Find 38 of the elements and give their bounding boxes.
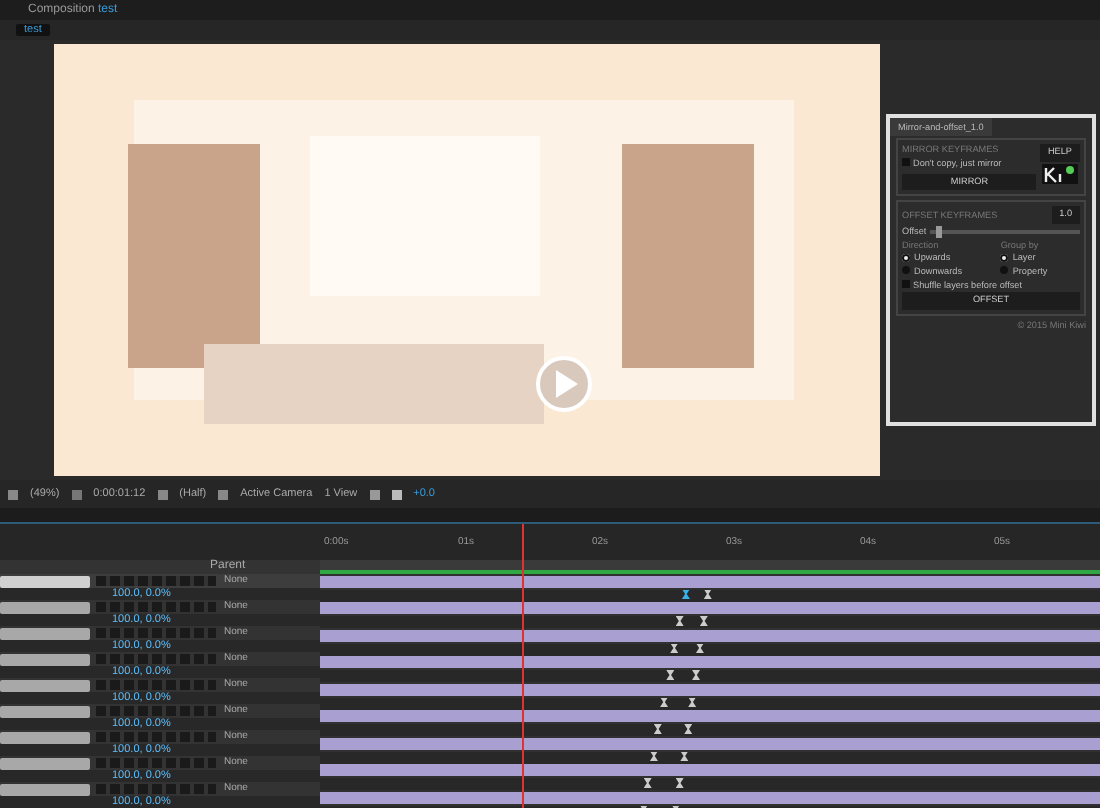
keyframe-icon[interactable] — [675, 778, 684, 788]
keyframe-icon[interactable] — [703, 589, 712, 599]
layer-duration-bar[interactable] — [320, 683, 1100, 695]
radio-button[interactable] — [1000, 253, 1009, 262]
keyframe-icon[interactable] — [684, 724, 693, 734]
offset-slider[interactable] — [929, 229, 1080, 234]
keyframe-icon[interactable] — [681, 589, 690, 599]
keyframe-icon[interactable] — [670, 643, 679, 653]
keyframe-icon[interactable] — [675, 616, 684, 626]
switches-icon[interactable] — [96, 758, 216, 768]
layer-duration-bar[interactable] — [320, 737, 1100, 749]
keyframe-icon[interactable] — [666, 670, 675, 680]
keyframe-icon[interactable] — [643, 778, 652, 788]
keyframe-icon[interactable] — [695, 643, 704, 653]
keyframe-icon[interactable] — [649, 751, 658, 761]
keyframe-icon[interactable] — [688, 697, 697, 707]
switches-icon[interactable] — [96, 602, 216, 612]
radio-button[interactable] — [902, 253, 910, 262]
keyframe-icon[interactable] — [699, 616, 708, 626]
layer-duration-bar[interactable] — [320, 575, 1100, 587]
playhead-line[interactable] — [522, 524, 525, 808]
keyframe-icon[interactable] — [680, 751, 689, 761]
switches-icon[interactable] — [96, 680, 216, 690]
switches-icon[interactable] — [96, 654, 216, 664]
layer-duration-bar[interactable] — [320, 629, 1100, 641]
switches-icon[interactable] — [96, 706, 216, 716]
keyframe-icon[interactable] — [692, 670, 701, 680]
layer-duration-bar[interactable] — [320, 791, 1100, 803]
keyframe-icon[interactable] — [653, 724, 662, 734]
radio-button[interactable] — [1000, 266, 1009, 275]
switches-icon[interactable] — [96, 576, 216, 586]
work-area-bar[interactable] — [320, 560, 1100, 574]
slider-thumb[interactable] — [935, 225, 942, 238]
switches-icon[interactable] — [96, 784, 216, 794]
kiwi-logo-icon — [1041, 164, 1078, 185]
switches-icon[interactable] — [96, 628, 216, 638]
keyframe-icon[interactable] — [660, 697, 669, 707]
switches-icon[interactable] — [96, 732, 216, 742]
